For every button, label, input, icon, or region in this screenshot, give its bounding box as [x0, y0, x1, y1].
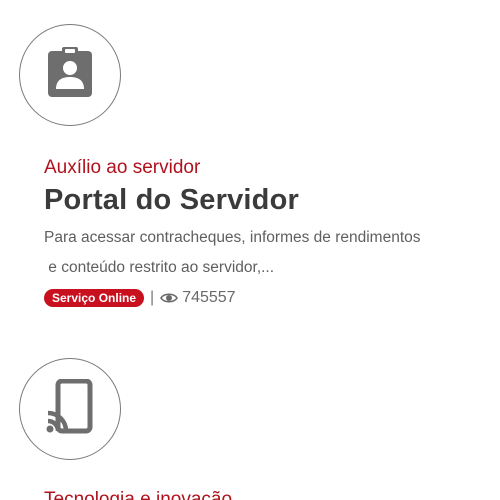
service-card-portal-servidor[interactable]: Auxílio ao servidor Portal do Servidor P… [0, 0, 500, 330]
meta-separator: | [150, 289, 155, 306]
eye-icon [160, 291, 179, 305]
service-icon-circle[interactable] [19, 358, 121, 460]
service-title[interactable]: Portal do Servidor [44, 184, 299, 217]
view-count: 745557 [182, 289, 236, 306]
service-description-line1: Para acessar contracheques, informes de … [44, 229, 421, 246]
online-service-badge: Serviço Online [44, 289, 145, 307]
service-category: Auxílio ao servidor [44, 157, 201, 178]
id-badge-icon [46, 46, 94, 104]
service-card-tecnologia[interactable]: Tecnologia e inovação [0, 330, 500, 500]
service-list: Auxílio ao servidor Portal do Servidor P… [0, 0, 500, 500]
service-description-line2: e conteúdo restrito ao servidor,... [44, 259, 275, 276]
service-meta: Serviço Online | 745557 [44, 289, 236, 307]
service-category: Tecnologia e inovação [44, 489, 233, 500]
service-icon-circle[interactable] [19, 24, 121, 126]
phone-cast-icon [46, 378, 94, 440]
